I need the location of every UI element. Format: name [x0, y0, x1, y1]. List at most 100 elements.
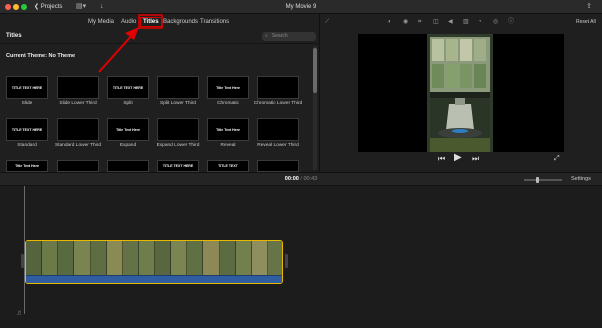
tile-label: Standard [17, 143, 37, 148]
thumb-text: TITLE TEXT HERE [11, 127, 43, 132]
title-thumbnail [107, 160, 149, 172]
timeline[interactable]: ♬ [0, 186, 602, 328]
total-time: 00:43 [303, 176, 318, 182]
filter-icon[interactable]: ◎ [493, 18, 498, 26]
title-thumbnail [257, 118, 299, 141]
tab-titles[interactable]: Titles [140, 17, 162, 27]
speed-icon[interactable]: ◔ [478, 18, 482, 26]
thumb-text: Title Text Here [216, 127, 240, 132]
title-tile[interactable] [257, 160, 299, 172]
color-balance-icon[interactable]: ◐ [388, 18, 392, 26]
title-tile[interactable]: Title Text Here Chromatic [207, 76, 249, 107]
clip-frame [58, 241, 75, 275]
current-theme-label: Current Theme: No Theme [6, 53, 76, 59]
scrollbar-thumb[interactable] [313, 48, 317, 93]
tile-label: Slide [21, 101, 33, 106]
title-thumbnail: TITLE TEXT HERE [157, 160, 199, 172]
crop-icon[interactable]: ⌗ [418, 18, 421, 26]
volume-icon[interactable]: ◀︎ [448, 18, 453, 26]
tile-label: Split Lower Third [160, 101, 196, 106]
zoom-slider-knob[interactable] [536, 177, 539, 183]
skip-forward-icon[interactable]: ⏭ [472, 154, 479, 164]
color-correction-icon[interactable]: ◉ [403, 18, 408, 26]
clip-frame [219, 241, 236, 275]
tile-label: Chromatic [217, 101, 239, 106]
tab-my-media[interactable]: My Media [88, 17, 114, 27]
browser-tabs: My Media Audio Titles Backgrounds Transi… [0, 14, 320, 30]
title-tile[interactable]: Chromatic Lower Third [254, 76, 302, 107]
tab-transitions[interactable]: Transitions [200, 17, 229, 27]
info-icon[interactable]: ⓘ [508, 18, 514, 26]
tile-label: Expand Lower Third [156, 143, 200, 148]
clip-frame [90, 241, 107, 275]
play-button[interactable]: ▶ [454, 153, 462, 163]
clip-frame [26, 241, 43, 275]
video-frame-image [427, 34, 493, 152]
title-tile[interactable]: TITLE TEXT HERE Split [107, 76, 149, 107]
thumb-text: Title Text Here [15, 164, 39, 168]
title-tile[interactable]: TITLE TEXT HERE [157, 160, 199, 172]
zoom-slider[interactable] [524, 179, 562, 181]
title-thumbnail [257, 76, 299, 99]
title-tile[interactable]: Title Text Here [6, 160, 48, 172]
thumb-text: TITLE TEXT HERE [162, 164, 194, 168]
thumb-text: TITLE TEXT [218, 164, 238, 168]
title-thumbnail [57, 160, 99, 172]
title-tile[interactable] [107, 160, 149, 172]
title-tile[interactable]: Reveal Lower Third [257, 118, 299, 149]
tile-label: Chromatic Lower Third [253, 101, 303, 106]
video-clip[interactable] [25, 240, 283, 284]
settings-button[interactable]: Settings [571, 176, 591, 183]
skip-back-icon[interactable]: ⏮ [438, 154, 445, 164]
clip-frame [122, 241, 139, 275]
title-thumbnail: Title Text Here [207, 118, 249, 141]
title-tile[interactable]: TITLE TEXT [207, 160, 249, 172]
title-tile[interactable]: TITLE TEXT HERE Standard [6, 118, 48, 149]
title-tile[interactable]: Standard Lower Third [55, 118, 101, 149]
time-separator: / [300, 176, 302, 182]
tab-audio[interactable]: Audio [121, 17, 136, 27]
video-preview [358, 34, 564, 152]
reset-all-button[interactable]: Reset All [576, 18, 596, 26]
noise-reduction-icon[interactable]: ▥ [463, 18, 469, 26]
title-thumbnail [57, 118, 99, 141]
section-header: Titles ⌕ Search [0, 30, 320, 44]
clip-filmstrip [26, 241, 282, 275]
tile-label: Expand [119, 143, 137, 148]
title-thumbnail [57, 76, 99, 99]
viewer: ⟋ ◐ ◉ ⌗ ◫ ◀︎ ▥ ◔ ◎ ⓘ Reset All ⏮ ▶ ⏭ ⤢ [321, 14, 602, 172]
title-tile[interactable]: Slide Lower Third [57, 76, 99, 107]
fullscreen-icon[interactable]: ⤢ [554, 155, 560, 163]
clip-frame [235, 241, 252, 275]
clip-frame [267, 241, 282, 275]
title-tile[interactable]: Split Lower Third [157, 76, 199, 107]
title-tile[interactable]: TITLE TEXT HERE Slide [6, 76, 48, 107]
tab-backgrounds[interactable]: Backgrounds [163, 17, 198, 27]
project-title: My Movie 9 [285, 4, 317, 10]
clip-frame [138, 241, 155, 275]
window-scene-image [427, 34, 493, 152]
tile-label: Slide Lower Third [59, 101, 97, 106]
share-icon[interactable]: ⇪ [586, 2, 592, 12]
clip-trim-handle-right[interactable] [285, 254, 288, 268]
current-time: 00:00 [284, 176, 299, 182]
title-thumbnail: Title Text Here [107, 118, 149, 141]
voiceover-icon[interactable]: ♬ [16, 308, 24, 317]
title-tile[interactable]: Expand Lower Third [157, 118, 199, 149]
magic-wand-icon[interactable]: ⟋ [325, 18, 329, 26]
clip-trim-handle-left[interactable] [21, 254, 24, 268]
thumb-text: TITLE TEXT HERE [11, 85, 43, 90]
clip-frame [187, 241, 204, 275]
clip-frame [155, 241, 172, 275]
clip-frame [42, 241, 59, 275]
search-input[interactable]: ⌕ Search [262, 32, 316, 41]
thumb-text: Title Text Here [216, 85, 240, 90]
title-tile[interactable]: Title Text Here Reveal [207, 118, 249, 149]
tile-label: Reveal Lower Third [257, 143, 299, 148]
title-thumbnail: Title Text Here [207, 76, 249, 99]
title-tile[interactable] [57, 160, 99, 172]
title-tile[interactable]: Title Text Here Expand [107, 118, 149, 149]
stabilization-icon[interactable]: ◫ [433, 18, 439, 26]
search-icon: ⌕ [265, 33, 268, 39]
media-browser: My Media Audio Titles Backgrounds Transi… [0, 14, 320, 172]
